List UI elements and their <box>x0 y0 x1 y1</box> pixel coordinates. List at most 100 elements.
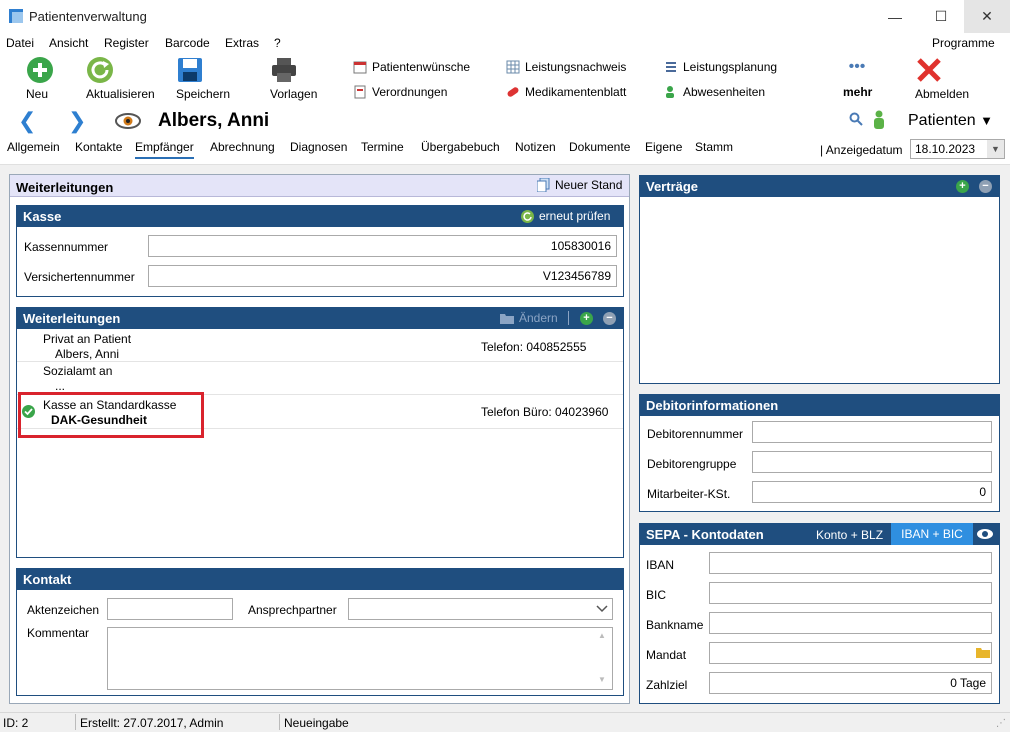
menu-help[interactable]: ? <box>274 36 281 50</box>
zahlziel-field[interactable]: 0 Tage <box>709 672 992 694</box>
forward-arrow-icon[interactable]: ❯ <box>68 108 86 134</box>
anzeigedatum-label: | Anzeigedatum <box>820 143 903 157</box>
medikamentenblatt-button[interactable]: Medikamentenblatt <box>506 85 626 99</box>
vorlagen-button[interactable]: Vorlagen <box>270 56 317 101</box>
tab-stamm[interactable]: Stamm <box>695 140 733 154</box>
abmelden-button[interactable]: Abmelden <box>915 56 969 101</box>
konto-blz-toggle[interactable]: Konto + BLZ <box>816 528 883 542</box>
mitarbeiter-kst-field[interactable]: 0 <box>752 481 992 503</box>
debitorennummer-field[interactable] <box>752 421 992 443</box>
verordnungen-button[interactable]: Verordnungen <box>353 85 447 99</box>
menu-register[interactable]: Register <box>104 36 149 50</box>
iban-label: IBAN <box>646 558 675 572</box>
person-icon[interactable] <box>872 110 886 130</box>
aendern-label: Ändern <box>519 311 558 325</box>
maximize-button[interactable]: ☐ <box>918 0 964 33</box>
medikamentenblatt-label: Medikamentenblatt <box>525 85 627 99</box>
aktualisieren-label: Aktualisieren <box>86 87 155 101</box>
tab-abrechnung[interactable]: Abrechnung <box>210 140 275 154</box>
chevron-down-icon[interactable] <box>596 605 608 613</box>
kommentar-textarea[interactable] <box>107 627 613 690</box>
list-item[interactable]: Privat an Patient Albers, Anni Telefon: … <box>17 330 623 362</box>
eye-icon[interactable] <box>114 111 142 131</box>
versichertennummer-field[interactable]: V123456789 <box>148 265 617 287</box>
entry-line2: ... <box>55 379 66 391</box>
tab-dokumente[interactable]: Dokumente <box>569 140 630 154</box>
kassennummer-field[interactable]: 105830016 <box>148 235 617 257</box>
leistungsplanung-label: Leistungsplanung <box>683 60 778 74</box>
tab-empfaenger[interactable]: Empfänger <box>135 140 194 159</box>
menu-ansicht[interactable]: Ansicht <box>49 36 88 50</box>
vorlagen-label: Vorlagen <box>270 87 318 101</box>
neu-button[interactable]: Neu <box>26 56 54 101</box>
minimize-button[interactable]: — <box>872 0 918 33</box>
menu-barcode[interactable]: Barcode <box>165 36 210 50</box>
tab-allgemein[interactable]: Allgemein <box>7 140 60 154</box>
menu-extras[interactable]: Extras <box>225 36 259 50</box>
bankname-field[interactable] <box>709 612 992 634</box>
person-away-icon <box>666 86 674 98</box>
iban-bic-toggle[interactable]: IBAN + BIC <box>891 523 973 545</box>
folder-open-icon[interactable] <box>976 647 990 658</box>
tab-diagnosen[interactable]: Diagnosen <box>290 140 347 154</box>
bic-field[interactable] <box>709 582 992 604</box>
menu-programme[interactable]: Programme <box>932 36 995 50</box>
refresh-icon <box>87 57 113 83</box>
anzeigedatum-dropdown-icon[interactable]: ▼ <box>987 140 1004 158</box>
mandat-label: Mandat <box>646 648 687 662</box>
patientenwuensche-button[interactable]: Patientenwünsche <box>353 60 470 74</box>
ansprechpartner-label: Ansprechpartner <box>248 603 337 617</box>
iban-field[interactable] <box>709 552 992 574</box>
tab-termine[interactable]: Termine <box>361 140 404 154</box>
abmelden-label: Abmelden <box>915 87 970 101</box>
add-icon <box>27 57 53 83</box>
add-weiterleitung-icon[interactable]: + <box>580 312 593 325</box>
mandat-field[interactable] <box>709 642 992 664</box>
close-button[interactable]: ✕ <box>964 0 1010 33</box>
pill-icon <box>507 87 519 97</box>
aktenzeichen-field[interactable] <box>107 598 233 620</box>
verordnungen-label: Verordnungen <box>372 85 448 99</box>
tab-eigene[interactable]: Eigene <box>645 140 682 154</box>
mehr-button[interactable]: ••• mehr <box>843 59 872 100</box>
header-divider <box>568 311 569 325</box>
patienten-menu[interactable]: Patienten ▼ <box>908 112 993 130</box>
aendern-button[interactable]: Ändern <box>500 311 558 325</box>
leistungsnachweis-button[interactable]: Leistungsnachweis <box>506 60 626 74</box>
search-icon[interactable] <box>849 112 863 126</box>
status-separator <box>279 714 280 730</box>
status-mode: Neueingabe <box>284 716 349 730</box>
back-arrow-icon[interactable]: ❮ <box>18 108 36 134</box>
resize-grip-icon[interactable]: ⋰ <box>996 718 1006 729</box>
title-bar <box>0 0 1010 33</box>
document-copy-icon <box>537 178 550 192</box>
speichern-button[interactable]: Speichern <box>176 56 230 101</box>
abwesenheiten-button[interactable]: Abwesenheiten <box>664 85 765 99</box>
ansprechpartner-select[interactable] <box>348 598 613 620</box>
mitarbeiter-kst-label: Mitarbeiter-KSt. <box>647 487 731 501</box>
list-item[interactable]: Sozialamt an ... <box>17 363 623 395</box>
tab-notizen[interactable]: Notizen <box>515 140 556 154</box>
menu-datei[interactable]: Datei <box>6 36 34 50</box>
tab-kontakte[interactable]: Kontakte <box>75 140 122 154</box>
logout-x-icon <box>917 58 941 82</box>
mehr-label: mehr <box>843 85 873 99</box>
scroll-down-icon[interactable]: ▼ <box>598 675 606 684</box>
kontakt-header: Kontakt <box>16 568 624 590</box>
remove-vertrag-icon[interactable]: − <box>979 180 992 193</box>
tab-uebergabebuch[interactable]: Übergabebuch <box>421 140 500 154</box>
leistungsplanung-button[interactable]: Leistungsplanung <box>664 60 777 74</box>
aktualisieren-button[interactable]: Aktualisieren <box>86 56 155 101</box>
remove-weiterleitung-icon[interactable]: − <box>603 312 616 325</box>
add-vertrag-icon[interactable]: + <box>956 180 969 193</box>
neuer-stand-button[interactable]: Neuer Stand <box>537 178 622 192</box>
erneut-pruefen-button[interactable]: erneut prüfen <box>521 209 610 223</box>
debitor-header: Debitorinformationen <box>639 394 1000 416</box>
neu-label: Neu <box>26 87 49 101</box>
scroll-up-icon[interactable]: ▲ <box>598 631 606 640</box>
eye-small-icon[interactable] <box>976 528 994 540</box>
debitorengruppe-field[interactable] <box>752 451 992 473</box>
window-title: Patientenverwaltung <box>29 9 147 24</box>
weiterleitungen-outer-title: Weiterleitungen <box>16 180 114 195</box>
entry-phone: Telefon: 040852555 <box>481 340 587 354</box>
